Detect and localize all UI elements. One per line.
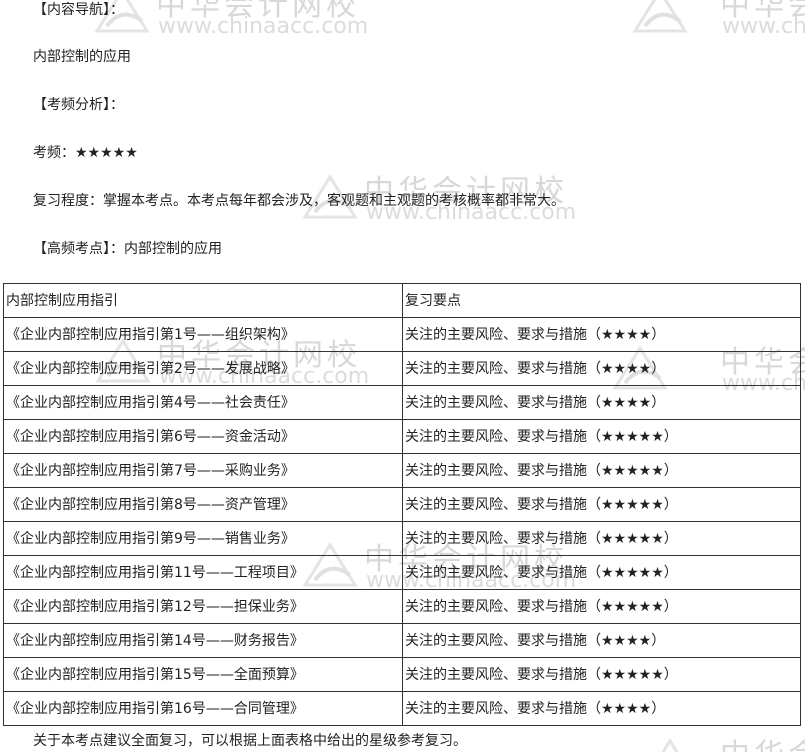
table-row: 《企业内部控制应用指引第2号——发展战略》 关注的主要风险、要求与措施（★★★★… (3, 351, 801, 386)
footer-note: 关于本考点建议全面复习，可以根据上面表格中给出的星级参考复习。 (33, 733, 467, 749)
watermark-brand: 中华会 (720, 0, 805, 23)
table-cell-points: 关注的主要风险、要求与措施（★★★★★） (402, 589, 801, 624)
table-cell-guide: 《企业内部控制应用指引第4号——社会责任》 (3, 385, 403, 420)
table-cell-guide: 《企业内部控制应用指引第7号——采购业务》 (3, 453, 403, 488)
table-row: 《企业内部控制应用指引第6号——资金活动》 关注的主要风险、要求与措施（★★★★… (3, 419, 801, 454)
hot-heading: 【高频考点】：内部控制的应用 (33, 241, 222, 257)
review-text: 复习程度：掌握本考点。本考点每年都会涉及，客观题和主观题的考核概率都非常大。 (33, 193, 565, 209)
table-row: 《企业内部控制应用指引第11号——工程项目》 关注的主要风险、要求与措施（★★★… (3, 555, 801, 590)
freq-heading: 【考频分析】： (33, 97, 124, 113)
table-cell-points: 关注的主要风险、要求与措施（★★★★★） (402, 657, 801, 692)
table-row: 《企业内部控制应用指引第14号——财务报告》 关注的主要风险、要求与措施（★★★… (3, 623, 801, 658)
table-cell-guide: 《企业内部控制应用指引第2号——发展战略》 (3, 351, 403, 386)
table-row: 《企业内部控制应用指引第7号——采购业务》 关注的主要风险、要求与措施（★★★★… (3, 453, 801, 488)
table-cell-points: 关注的主要风险、要求与措施（★★★★） (402, 385, 801, 420)
table-cell-guide: 《企业内部控制应用指引第11号——工程项目》 (3, 555, 403, 590)
nav-text: 内部控制的应用 (33, 49, 131, 65)
table-cell-points: 关注的主要风险、要求与措施（★★★★★） (402, 487, 801, 522)
table-cell-guide: 《企业内部控制应用指引第6号——资金活动》 (3, 419, 403, 454)
table-cell-guide: 《企业内部控制应用指引第9号——销售业务》 (3, 521, 403, 556)
table-row: 《企业内部控制应用指引第4号——社会责任》 关注的主要风险、要求与措施（★★★★… (3, 385, 801, 420)
table-cell-guide: 《企业内部控制应用指引第16号——合同管理》 (3, 691, 403, 726)
table-row: 《企业内部控制应用指引第1号——组织架构》 关注的主要风险、要求与措施（★★★★… (3, 317, 801, 352)
watermark-brand: 中华会 (720, 730, 805, 752)
table-row: 《企业内部控制应用指引第8号——资产管理》 关注的主要风险、要求与措施（★★★★… (3, 487, 801, 522)
table-cell-guide: 《企业内部控制应用指引第8号——资产管理》 (3, 487, 403, 522)
table-header-row: 内部控制应用指引 复习要点 (3, 283, 801, 318)
table-cell-points: 关注的主要风险、要求与措施（★★★★★） (402, 419, 801, 454)
table-cell-points: 关注的主要风险、要求与措施（★★★★） (402, 351, 801, 386)
watermark-logo-icon (661, 738, 679, 752)
watermark-logo-icon (632, 0, 688, 33)
table-row: 《企业内部控制应用指引第16号——合同管理》 关注的主要风险、要求与措施（★★★… (3, 691, 801, 726)
freq-text: 考频：★★★★★ (33, 145, 138, 161)
table-header-cell: 复习要点 (402, 283, 801, 318)
table-cell-guide: 《企业内部控制应用指引第14号——财务报告》 (3, 623, 403, 658)
table-cell-points: 关注的主要风险、要求与措施（★★★★） (402, 317, 801, 352)
table-cell-points: 关注的主要风险、要求与措施（★★★★★） (402, 555, 801, 590)
table-cell-guide: 《企业内部控制应用指引第12号——担保业务》 (3, 589, 403, 624)
table-row: 《企业内部控制应用指引第12号——担保业务》 关注的主要风险、要求与措施（★★★… (3, 589, 801, 624)
watermark-brand: 中华会计网校 (156, 0, 360, 23)
table-cell-points: 关注的主要风险、要求与措施（★★★★） (402, 623, 801, 658)
table-cell-guide: 《企业内部控制应用指引第15号——全面预算》 (3, 657, 403, 692)
table-cell-points: 关注的主要风险、要求与措施（★★★★★） (402, 453, 801, 488)
table-row: 《企业内部控制应用指引第9号——销售业务》 关注的主要风险、要求与措施（★★★★… (3, 521, 801, 556)
nav-heading: 【内容导航】： (33, 2, 124, 18)
table-row: 《企业内部控制应用指引第15号——全面预算》 关注的主要风险、要求与措施（★★★… (3, 657, 801, 692)
watermark-url: www.chinaacc.com (722, 14, 805, 39)
table-header-cell: 内部控制应用指引 (3, 283, 403, 318)
table-cell-points: 关注的主要风险、要求与措施（★★★★） (402, 691, 801, 726)
watermark-url: www.chinaacc.com (158, 14, 369, 39)
table-cell-guide: 《企业内部控制应用指引第1号——组织架构》 (3, 317, 403, 352)
guide-table: 内部控制应用指引 复习要点 《企业内部控制应用指引第1号——组织架构》 关注的主… (3, 283, 801, 726)
table-cell-points: 关注的主要风险、要求与措施（★★★★★） (402, 521, 801, 556)
